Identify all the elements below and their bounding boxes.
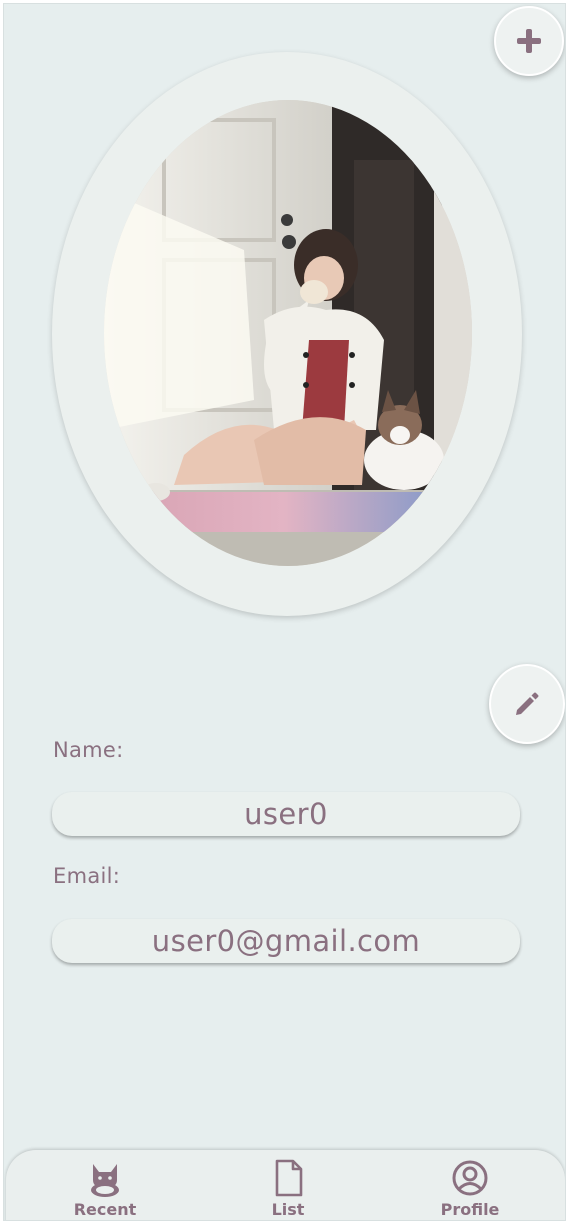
nav-item-recent[interactable]: Recent: [45, 1150, 165, 1220]
profile-screen: Name: user0 Email: user0@gmail.com Recen…: [3, 3, 566, 1221]
bottom-navigation: Recent List Profile: [6, 1150, 565, 1220]
name-field[interactable]: user0: [52, 792, 520, 836]
add-button[interactable]: [494, 6, 564, 76]
cat-icon: [91, 1164, 119, 1197]
email-field[interactable]: user0@gmail.com: [52, 919, 520, 963]
user-circle-icon: [452, 1160, 488, 1196]
nav-label-list: List: [271, 1200, 305, 1219]
email-label: Email:: [53, 864, 121, 888]
profile-photo-frame: [52, 52, 522, 616]
edit-profile-button[interactable]: [489, 664, 565, 744]
name-label: Name:: [53, 738, 124, 762]
nav-item-profile[interactable]: Profile: [410, 1150, 530, 1220]
nav-label-recent: Recent: [73, 1200, 137, 1219]
nav-label-profile: Profile: [440, 1200, 500, 1219]
pencil-icon: [516, 692, 539, 715]
plus-icon: [517, 29, 541, 53]
document-icon: [275, 1159, 303, 1197]
profile-photo[interactable]: [104, 100, 472, 566]
nav-item-list[interactable]: List: [228, 1150, 348, 1220]
